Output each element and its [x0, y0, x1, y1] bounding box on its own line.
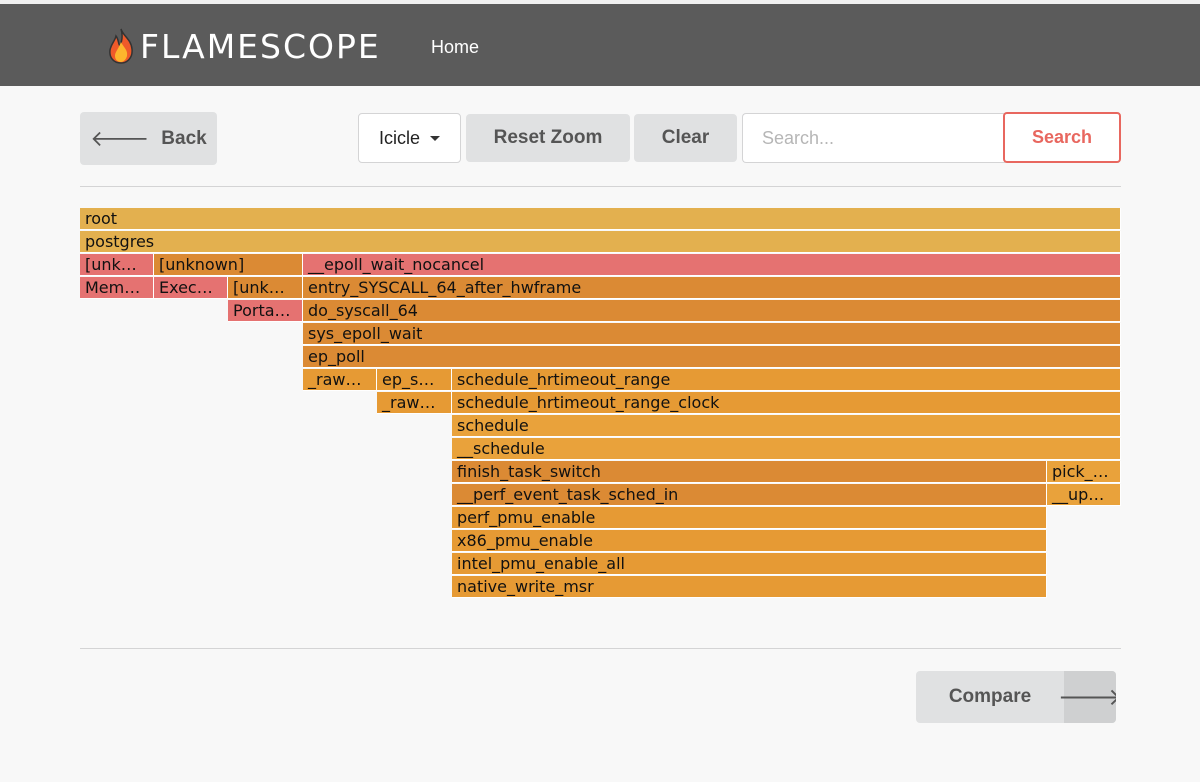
frame[interactable]: ep_poll	[303, 346, 1121, 368]
frame[interactable]: Porta…	[228, 300, 303, 322]
frame[interactable]: __schedule	[452, 438, 1121, 460]
frame[interactable]: schedule_hrtimeout_range	[452, 369, 1121, 391]
divider	[80, 186, 1121, 187]
frame[interactable]: __epoll_wait_nocancel	[303, 254, 1121, 276]
frame[interactable]: native_write_msr	[452, 576, 1047, 598]
frame[interactable]: perf_pmu_enable	[452, 507, 1047, 529]
frame[interactable]: schedule_hrtimeout_range_clock	[452, 392, 1121, 414]
arrow-right-icon: 🡒	[1058, 671, 1116, 723]
divider	[80, 648, 1121, 649]
layout-dropdown-value: Icicle	[378, 127, 420, 148]
frame[interactable]: pick_…	[1047, 461, 1121, 483]
app-title: FLAMESCOPE	[140, 26, 381, 66]
frame[interactable]: Mem…	[80, 277, 154, 299]
reset-zoom-button[interactable]: Reset Zoom	[466, 114, 630, 162]
arrow-left-icon: 🡐	[90, 125, 150, 151]
frame[interactable]: schedule	[452, 415, 1121, 437]
frame[interactable]: postgres	[80, 231, 1121, 253]
caret-down-icon	[430, 135, 440, 141]
compare-button-label: Compare	[948, 686, 1032, 707]
layout-dropdown[interactable]: Icicle	[358, 113, 461, 163]
search-button[interactable]: Search	[1003, 112, 1121, 163]
frame[interactable]: ep_s…	[377, 369, 452, 391]
frame[interactable]: _raw…	[303, 369, 377, 391]
frame[interactable]: _raw…	[377, 392, 452, 414]
top-navbar: FLAMESCOPE Home	[0, 0, 1200, 86]
frame[interactable]: x86_pmu_enable	[452, 530, 1047, 552]
frame[interactable]: [unknown]	[154, 254, 303, 276]
search-input[interactable]	[742, 113, 1005, 163]
frame[interactable]: __perf_event_task_sched_in	[452, 484, 1047, 506]
frame[interactable]: [unk…	[80, 254, 154, 276]
back-button[interactable]: 🡐 Back	[80, 112, 217, 165]
frame[interactable]: intel_pmu_enable_all	[452, 553, 1047, 575]
frame[interactable]: [unk…	[228, 277, 303, 299]
back-button-label: Back	[161, 127, 207, 149]
frame[interactable]: Exec…	[154, 277, 228, 299]
compare-button[interactable]: Compare 🡒	[916, 671, 1116, 723]
frame[interactable]: root	[80, 208, 1121, 230]
frame[interactable]: __up…	[1047, 484, 1121, 506]
nav-home-link[interactable]: Home	[431, 37, 479, 58]
clear-button[interactable]: Clear	[634, 114, 737, 162]
frame[interactable]: do_syscall_64	[303, 300, 1121, 322]
frame[interactable]: entry_SYSCALL_64_after_hwframe	[303, 277, 1121, 299]
frame[interactable]: sys_epoll_wait	[303, 323, 1121, 345]
frame[interactable]: finish_task_switch	[452, 461, 1047, 483]
app-logo[interactable]: FLAMESCOPE	[106, 24, 381, 68]
flame-icon	[106, 27, 136, 65]
